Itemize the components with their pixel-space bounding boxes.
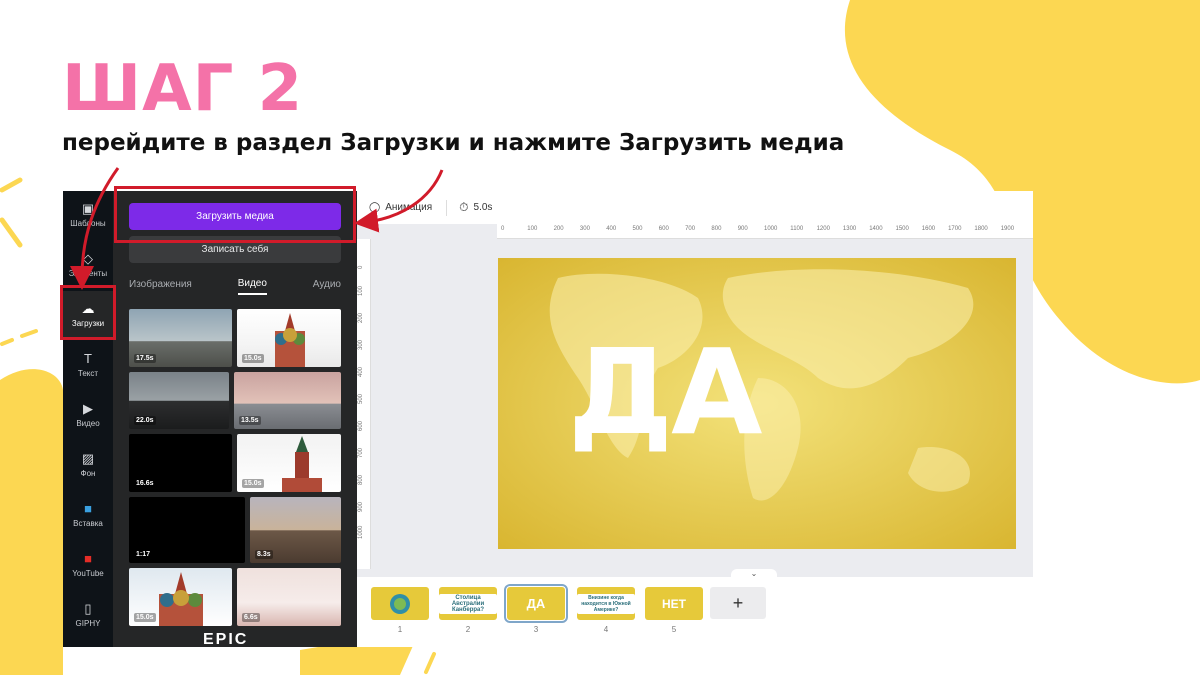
video-thumbnail[interactable]: 15.0s bbox=[237, 434, 341, 492]
video-duration: 22.0s bbox=[134, 416, 156, 425]
rail-item-youtube[interactable]: ■ YouTube bbox=[63, 541, 113, 589]
background-icon: ▨ bbox=[81, 451, 95, 466]
pages-strip: 1 Столица Австралии Канберра? 2 ДА 3 Вни… bbox=[357, 577, 1033, 647]
page-number: 1 bbox=[397, 625, 403, 634]
video-thumbnail[interactable]: 22.0s bbox=[129, 372, 229, 429]
ruler-tick-label: 500 bbox=[632, 226, 643, 232]
video-duration: 17.5s bbox=[134, 354, 156, 363]
giphy-icon: ▯ bbox=[84, 601, 92, 616]
video-thumbnail[interactable]: 15.0s bbox=[237, 309, 341, 367]
video-thumbnail[interactable]: 17.5s bbox=[129, 309, 232, 367]
ruler-tick-label: 900 bbox=[358, 501, 364, 512]
ruler-tick-label: 600 bbox=[658, 226, 669, 232]
timer-icon: ⏱ bbox=[459, 200, 469, 214]
ruler-tick-label: 1400 bbox=[869, 226, 883, 232]
yellow-stripe-bottom bbox=[424, 652, 436, 674]
video-thumbnail[interactable]: 13.5s bbox=[234, 372, 341, 429]
page-thumbnail[interactable]: НЕТ bbox=[645, 587, 703, 620]
ruler-tick-label: 600 bbox=[358, 420, 364, 431]
ruler-tick-label: 1000 bbox=[764, 226, 778, 232]
video-duration: 15.0s bbox=[242, 479, 264, 488]
red-arrows bbox=[70, 167, 444, 290]
design-canvas[interactable]: ДА bbox=[498, 258, 1016, 549]
embed-icon: ■ bbox=[84, 501, 92, 516]
canvas-headline[interactable]: ДА bbox=[568, 323, 762, 461]
video-thumbnail[interactable]: 16.6s bbox=[129, 434, 232, 492]
ruler-tick-label: 1000 bbox=[358, 525, 364, 539]
page-thumbnail[interactable]: Внизине когда находится в Южной Америке? bbox=[577, 587, 635, 620]
ruler-tick-label: 300 bbox=[358, 339, 364, 350]
ruler-tick-label: 400 bbox=[606, 226, 617, 232]
arrow-to-upload-button bbox=[354, 169, 444, 233]
youtube-icon: ■ bbox=[84, 551, 92, 566]
video-duration: 6.6s bbox=[242, 613, 260, 622]
video-duration: 1:17 bbox=[134, 550, 153, 559]
page-number: 4 bbox=[603, 625, 609, 634]
ruler-tick-label: 800 bbox=[358, 474, 364, 485]
rail-item-embed[interactable]: ■ Вставка bbox=[63, 491, 113, 539]
ruler-tick-label: 1500 bbox=[895, 226, 909, 232]
video-duration: 16.6s bbox=[134, 479, 156, 488]
video-duration: 13.5s bbox=[239, 416, 261, 425]
step-title: ШАГ 2 bbox=[62, 52, 304, 126]
rail-label: GIPHY bbox=[75, 619, 101, 628]
rail-label: YouTube bbox=[72, 569, 104, 578]
ruler-tick-label: 400 bbox=[358, 366, 364, 377]
ruler-tick-label: 1800 bbox=[974, 226, 988, 232]
ruler-tick-label: 700 bbox=[358, 447, 364, 458]
page-number: 5 bbox=[671, 625, 677, 634]
page-thumbnail[interactable] bbox=[371, 587, 429, 620]
page-thumbnail-text: Внизине когда находится в Южной Америке? bbox=[577, 593, 635, 614]
yellow-stripes-left bbox=[0, 177, 23, 248]
rail-label: Текст bbox=[77, 369, 99, 378]
video-thumbnail[interactable]: 15.0s bbox=[129, 568, 232, 626]
rail-item-video[interactable]: ▶ Видео bbox=[63, 391, 113, 439]
rail-item-giphy[interactable]: ▯ GIPHY bbox=[63, 591, 113, 639]
page-number: 2 bbox=[465, 625, 471, 634]
ruler-tick-label: 1200 bbox=[816, 226, 830, 232]
page-number: 3 bbox=[533, 625, 539, 634]
ruler-tick-label: 200 bbox=[553, 226, 564, 232]
rail-label: Фон bbox=[80, 469, 96, 478]
video-duration: 15.0s bbox=[134, 613, 156, 622]
ruler-tick-label: 1600 bbox=[921, 226, 936, 232]
ruler-tick-label: 500 bbox=[358, 393, 364, 404]
ruler-tick-label: 1900 bbox=[1000, 226, 1015, 232]
duration-button[interactable]: ⏱ 5.0s bbox=[459, 200, 492, 215]
ruler-tick-label: 300 bbox=[579, 226, 590, 232]
rail-item-text[interactable]: T Текст bbox=[63, 341, 113, 389]
horizontal-ruler: 0 100 200 300 400 500 600 700 800 900 1000 1100 1200… bbox=[497, 224, 1033, 239]
yellow-dashes bbox=[0, 329, 38, 346]
ruler-tick-label: 1300 bbox=[842, 226, 857, 232]
rail-item-background[interactable]: ▨ Фон bbox=[63, 441, 113, 489]
ruler-tick-label: 200 bbox=[358, 312, 364, 323]
rail-label: Видео bbox=[76, 419, 100, 428]
ruler-tick-label: 800 bbox=[711, 226, 722, 232]
video-icon: ▶ bbox=[83, 401, 93, 416]
video-duration: 8.3s bbox=[255, 550, 273, 559]
page-thumbnail-text: ДА bbox=[526, 596, 546, 611]
page-thumbnail-text: Столица Австралии Канберра? bbox=[439, 593, 497, 614]
text-icon: T bbox=[84, 351, 92, 366]
add-page-button[interactable]: + bbox=[710, 587, 766, 619]
globe-graphic bbox=[390, 594, 410, 614]
ruler-tick-label: 1100 bbox=[790, 226, 804, 232]
ruler-tick-label: 100 bbox=[527, 226, 538, 232]
rail-label: Вставка bbox=[73, 519, 103, 528]
video-duration: 15.0s bbox=[242, 354, 264, 363]
video-thumbnail[interactable]: 1:17 bbox=[129, 497, 245, 563]
arrow-to-uploads bbox=[70, 167, 120, 290]
partial-thumbnail-text: EPIC bbox=[203, 631, 249, 647]
page-thumbnail-text: НЕТ bbox=[662, 596, 686, 611]
page-thumbnail[interactable]: ДА bbox=[504, 584, 568, 623]
duration-label: 5.0s bbox=[473, 202, 493, 213]
ruler-tick-label: 1700 bbox=[948, 226, 962, 232]
ruler-tick-label: 0 bbox=[501, 226, 505, 232]
video-thumbnail[interactable]: 8.3s bbox=[250, 497, 341, 563]
video-thumbnail[interactable]: 6.6s bbox=[237, 568, 341, 626]
ruler-tick-label: 900 bbox=[737, 226, 748, 232]
page-thumbnail[interactable]: Столица Австралии Канберра? bbox=[439, 587, 497, 620]
ruler-tick-label: 700 bbox=[685, 226, 696, 232]
